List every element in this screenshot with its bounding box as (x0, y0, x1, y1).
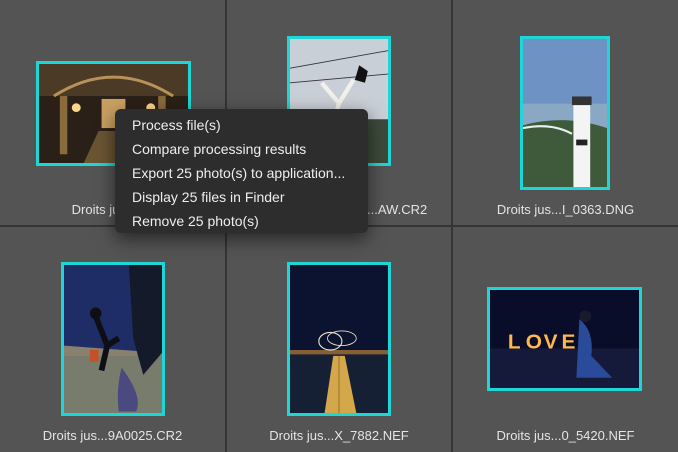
svg-text:O: O (526, 331, 542, 354)
photo-caption: Droits jus...X_7882.NEF (269, 428, 409, 443)
photo-caption: Droits jus...9A0025.CR2 (42, 428, 183, 443)
context-menu: Process file(s) Compare processing resul… (115, 109, 368, 233)
photo-thumbnail[interactable]: L O V E (487, 287, 642, 391)
photo-cell[interactable]: Droits jus...I_0363.DNG (453, 0, 678, 225)
photo-thumbnail[interactable] (61, 262, 165, 416)
menu-item-export-photos[interactable]: Export 25 photo(s) to application... (115, 161, 368, 185)
photo-caption: Droits jus...0_5420.NEF (496, 428, 635, 443)
svg-text:E: E (562, 331, 576, 354)
photo-caption: ...AW.CR2 (367, 202, 428, 217)
photo-cell[interactable]: L O V E Droits jus...0_5420.NEF (453, 227, 678, 452)
svg-text:V: V (544, 331, 558, 354)
menu-item-remove-photos[interactable]: Remove 25 photo(s) (115, 209, 368, 233)
photo-caption: Droits jus...I_0363.DNG (496, 202, 635, 217)
photo-cell[interactable]: Droits jus...9A0025.CR2 (0, 227, 225, 452)
photo-cell[interactable]: Droits jus...X_7882.NEF (227, 227, 451, 452)
menu-item-display-in-finder[interactable]: Display 25 files in Finder (115, 185, 368, 209)
photo-thumbnail[interactable] (287, 262, 391, 416)
menu-item-compare-results[interactable]: Compare processing results (115, 137, 368, 161)
photo-thumbnail[interactable] (520, 36, 610, 190)
menu-item-process-files[interactable]: Process file(s) (115, 113, 368, 137)
svg-text:L: L (508, 331, 521, 354)
